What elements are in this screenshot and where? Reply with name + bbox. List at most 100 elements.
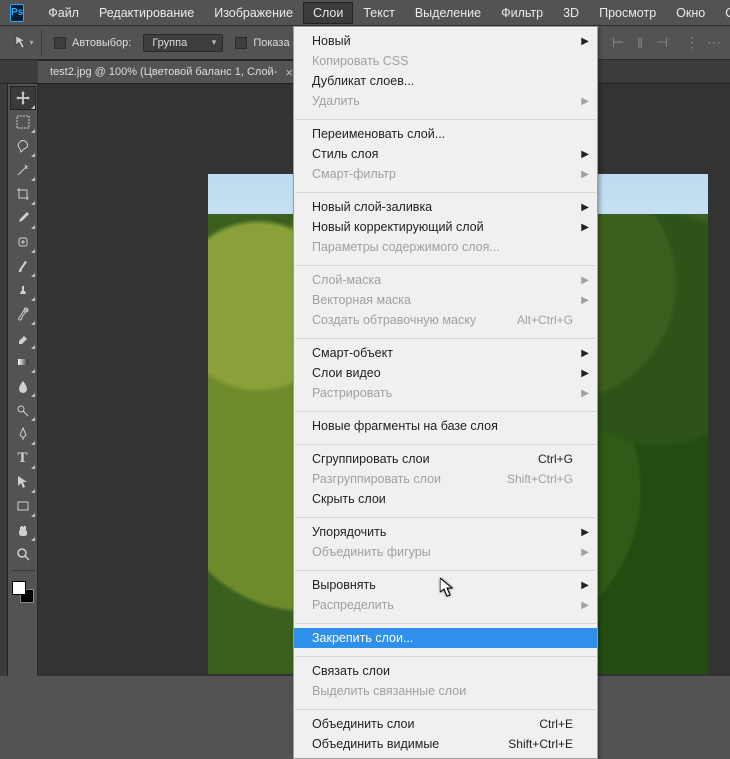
menu-item-label: Разгруппировать слои <box>312 472 441 486</box>
menu-item[interactable]: Стиль слоя▶ <box>294 144 597 164</box>
menu-item: Разгруппировать слоиShift+Ctrl+G <box>294 469 597 489</box>
menu-просмотр[interactable]: Просмотр <box>589 2 666 24</box>
autoselect-checkbox[interactable]: Автовыбор: <box>50 37 135 49</box>
menu-item[interactable]: Скрыть слои <box>294 489 597 509</box>
menu-item-label: Объединить видимые <box>312 737 439 751</box>
distribute-icon[interactable]: ⋮ <box>682 33 702 53</box>
menu-item[interactable]: Объединить видимыеShift+Ctrl+E <box>294 734 597 754</box>
menu-item-label: Скрыть слои <box>312 492 386 506</box>
document-tab-title: test2.jpg @ 100% (Цветовой баланс 1, Сло… <box>50 66 277 78</box>
menu-item: Слой-маска▶ <box>294 270 597 290</box>
menu-item-label: Копировать CSS <box>312 54 408 68</box>
submenu-arrow-icon: ▶ <box>581 96 589 107</box>
menu-слои[interactable]: Слои <box>303 2 353 24</box>
menu-item[interactable]: Новые фрагменты на базе слоя <box>294 416 597 436</box>
menu-текст[interactable]: Текст <box>353 2 404 24</box>
brush-tool[interactable] <box>10 254 36 278</box>
menu-separator <box>295 188 596 193</box>
menu-item[interactable]: Выровнять▶ <box>294 575 597 595</box>
menu-item: Объединить фигуры▶ <box>294 542 597 562</box>
menu-item-shortcut: Ctrl+G <box>538 452 573 466</box>
align-left-icon[interactable]: ⊢ <box>608 33 628 53</box>
menu-item-shortcut: Alt+Ctrl+G <box>517 313 573 327</box>
submenu-arrow-icon: ▶ <box>581 202 589 213</box>
menu-item: Копировать CSS <box>294 51 597 71</box>
menu-item-label: Создать обтравочную маску <box>312 313 476 327</box>
distribute-icon[interactable]: ⋯ <box>704 33 724 53</box>
menu-фильтр[interactable]: Фильтр <box>491 2 553 24</box>
align-hcenter-icon[interactable]: ‖ <box>630 33 650 53</box>
autoselect-label: Автовыбор: <box>72 37 131 49</box>
menu-файл[interactable]: Файл <box>38 2 89 24</box>
submenu-arrow-icon: ▶ <box>581 222 589 233</box>
tool-rail-gutter <box>0 84 8 676</box>
path-selection-tool[interactable] <box>10 470 36 494</box>
menu-item-label: Выровнять <box>312 578 376 592</box>
autoselect-target-select[interactable]: Группа <box>143 34 223 52</box>
submenu-arrow-icon: ▶ <box>581 527 589 538</box>
menu-3d[interactable]: 3D <box>553 2 589 24</box>
submenu-arrow-icon: ▶ <box>581 348 589 359</box>
foreground-color-swatch[interactable] <box>12 581 26 595</box>
menu-item-label: Новый <box>312 34 351 48</box>
eyedropper-tool[interactable] <box>10 206 36 230</box>
menu-item-label: Упорядочить <box>312 525 386 539</box>
menu-item-label: Новый слой-заливка <box>312 200 432 214</box>
eraser-tool[interactable] <box>10 326 36 350</box>
document-tab[interactable]: test2.jpg @ 100% (Цветовой баланс 1, Сло… <box>38 60 306 83</box>
menu-item[interactable]: Новый корректирующий слой ▶ <box>294 217 597 237</box>
show-transform-checkbox[interactable]: Показа <box>231 37 293 49</box>
menu-item[interactable]: Закрепить слои... <box>294 628 597 648</box>
submenu-arrow-icon: ▶ <box>581 275 589 286</box>
move-tool[interactable] <box>10 86 36 110</box>
menu-item-label: Переименовать слой... <box>312 127 445 141</box>
gradient-tool[interactable] <box>10 350 36 374</box>
menu-item[interactable]: Переименовать слой... <box>294 124 597 144</box>
pen-tool[interactable] <box>10 422 36 446</box>
menu-item[interactable]: Новый▶ <box>294 31 597 51</box>
menu-item[interactable]: Связать слои <box>294 661 597 681</box>
menu-item-label: Смарт-фильтр <box>312 167 396 181</box>
checkbox-icon <box>235 37 247 49</box>
menu-окно[interactable]: Окно <box>666 2 715 24</box>
rectangle-tool[interactable] <box>10 494 36 518</box>
blur-tool[interactable] <box>10 374 36 398</box>
lasso-tool[interactable] <box>10 134 36 158</box>
menu-item[interactable]: Новый слой-заливка ▶ <box>294 197 597 217</box>
menu-item: Распределить▶ <box>294 595 597 615</box>
type-tool[interactable]: T <box>10 446 36 470</box>
align-right-icon[interactable]: ⊣ <box>652 33 672 53</box>
menu-item[interactable]: Дубликат слоев... <box>294 71 597 91</box>
checkbox-icon <box>54 37 66 49</box>
color-swatches[interactable] <box>12 581 34 603</box>
menu-item[interactable]: Упорядочить ▶ <box>294 522 597 542</box>
menu-separator <box>295 440 596 445</box>
menu-separator <box>295 652 596 657</box>
hand-tool[interactable] <box>10 518 36 542</box>
crop-tool[interactable] <box>10 182 36 206</box>
healing-brush-tool[interactable] <box>10 230 36 254</box>
menu-separator <box>295 705 596 710</box>
marquee-tool[interactable] <box>10 110 36 134</box>
menu-separator <box>295 619 596 624</box>
zoom-tool[interactable] <box>10 542 36 566</box>
history-brush-tool[interactable] <box>10 302 36 326</box>
close-icon[interactable]: × <box>285 65 293 80</box>
menu-item[interactable]: Слои видео▶ <box>294 363 597 383</box>
menu-item[interactable]: Сгруппировать слоиCtrl+G <box>294 449 597 469</box>
menu-item: Создать обтравочную маску Alt+Ctrl+G <box>294 310 597 330</box>
menu-item[interactable]: Смарт-объект▶ <box>294 343 597 363</box>
dodge-tool[interactable] <box>10 398 36 422</box>
clone-stamp-tool[interactable] <box>10 278 36 302</box>
layers-menu-dropdown: Новый▶Копировать CSSДубликат слоев...Уда… <box>293 26 598 759</box>
menu-редактирование[interactable]: Редактирование <box>89 2 204 24</box>
move-tool-indicator: ▾ <box>8 30 42 56</box>
menu-изображение[interactable]: Изображение <box>204 2 303 24</box>
menu-separator <box>295 513 596 518</box>
menu-item-label: Новый корректирующий слой <box>312 220 484 234</box>
menu-item[interactable]: Объединить слоиCtrl+E <box>294 714 597 734</box>
magic-wand-tool[interactable] <box>10 158 36 182</box>
menu-справка[interactable]: Справка <box>715 2 730 24</box>
submenu-arrow-icon: ▶ <box>581 169 589 180</box>
menu-выделение[interactable]: Выделение <box>405 2 491 24</box>
